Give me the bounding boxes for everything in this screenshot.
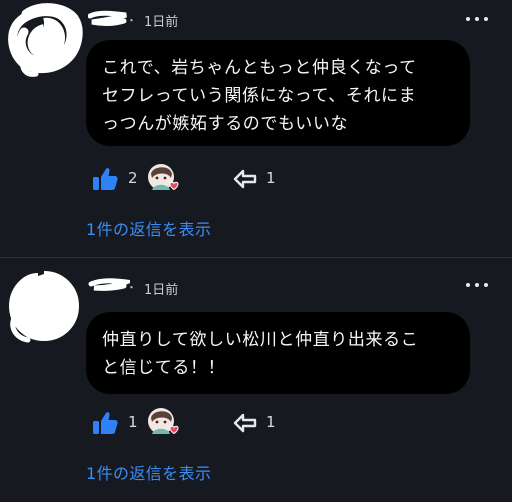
reply-arrow-icon[interactable] xyxy=(232,167,258,191)
like-count: 1 xyxy=(128,413,138,431)
reply-count: 1 xyxy=(266,413,276,431)
view-replies-link[interactable]: 1件の返信を表示 xyxy=(86,460,211,484)
comment-text: これで、岩ちゃんともっと仲良くなって セフレっていう関係になって、それにま っつ… xyxy=(86,40,470,146)
redacted-avatar[interactable] xyxy=(4,2,84,82)
thumbs-up-icon[interactable] xyxy=(92,410,118,436)
reply-arrow-icon[interactable] xyxy=(232,411,258,435)
comment-timestamp: 1日前 xyxy=(144,283,179,298)
separator-dot: ・ xyxy=(126,281,137,294)
reply-count: 1 xyxy=(266,169,276,187)
thumbs-up-icon[interactable] xyxy=(92,166,118,192)
more-options-icon[interactable] xyxy=(466,14,488,24)
creator-heart-avatar xyxy=(148,408,179,435)
separator-dot: ・ xyxy=(126,14,137,27)
view-replies-link[interactable]: 1件の返信を表示 xyxy=(86,216,211,240)
comment-timestamp: 1日前 xyxy=(144,15,179,30)
like-count: 2 xyxy=(128,169,138,187)
comment-item: ・ 1日前 仲直りして欲しい松川と仲直り出来るこ と信じてる！！ 1 1 1件の… xyxy=(0,258,512,502)
redacted-avatar[interactable] xyxy=(4,268,84,348)
creator-heart-avatar xyxy=(148,164,179,191)
comment-text: 仲直りして欲しい松川と仲直り出来るこ と信じてる！！ xyxy=(86,312,470,394)
redacted-username[interactable] xyxy=(88,10,130,28)
redacted-username[interactable] xyxy=(88,276,130,294)
more-options-icon[interactable] xyxy=(466,280,488,290)
comment-item: ・ 1日前 これで、岩ちゃんともっと仲良くなって セフレっていう関係になって、そ… xyxy=(0,0,512,257)
